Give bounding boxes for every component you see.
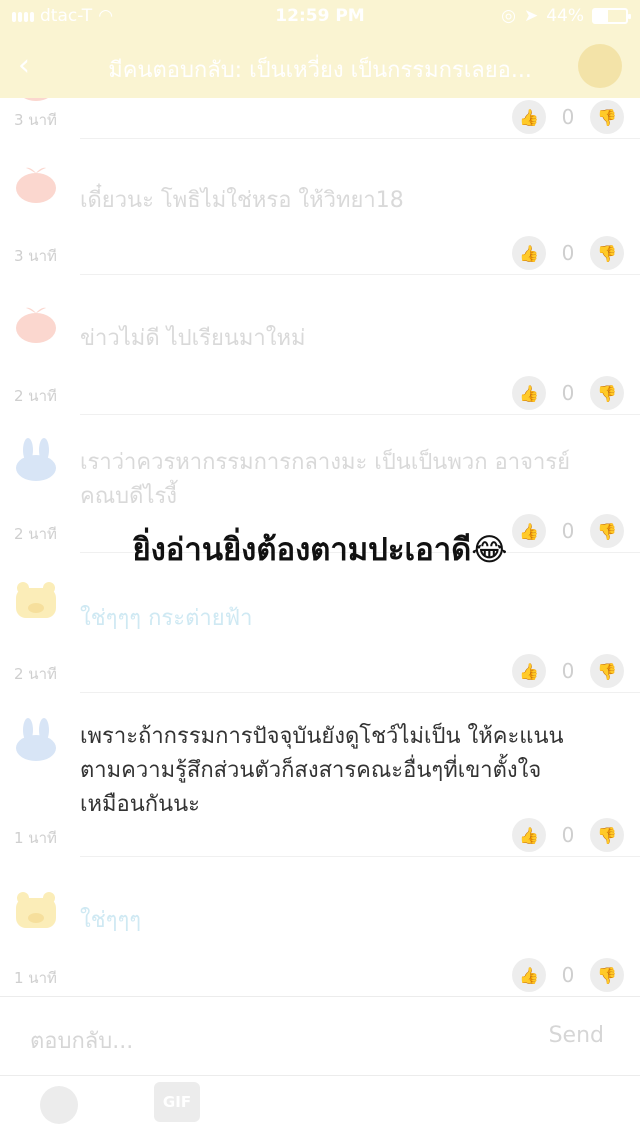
- microphone-icon[interactable]: [40, 1086, 78, 1124]
- comment-meta: 1 นาที 👍 0 👎: [0, 816, 640, 856]
- nav-header: ‹ มีคนตอบกลับ: เป็นเหวี่ยง เป็นกรรมกรเลย…: [0, 34, 640, 98]
- chevron-left-icon[interactable]: ‹: [18, 48, 30, 83]
- status-right: ◎ ➤ 44%: [501, 6, 631, 26]
- thumbs-up-icon[interactable]: 👍: [512, 100, 546, 134]
- lock-rotation-icon: ◎: [501, 6, 516, 26]
- vote-count: 0: [561, 381, 575, 405]
- pear-avatar[interactable]: [14, 300, 58, 344]
- vote-group: 👍 0 👎: [512, 818, 624, 852]
- comment-meta: 3 นาที 👍 0 👎: [0, 98, 640, 138]
- rabbit-avatar[interactable]: [14, 438, 58, 482]
- vote-group: 👍 0 👎: [512, 100, 624, 134]
- vote-count: 0: [561, 963, 575, 987]
- thumbs-up-icon[interactable]: 👍: [512, 654, 546, 688]
- comment-meta: 2 นาที 👍 0 👎: [0, 652, 640, 692]
- pear-avatar[interactable]: [14, 160, 58, 204]
- comment-text: เพราะถ้ากรรมการปัจจุบันยังดูโชว์ไม่เป็น …: [80, 724, 564, 817]
- comment-divider: [80, 274, 640, 275]
- comment-text: ใช่ๆๆๆ กระต่ายฟ้า: [80, 606, 253, 631]
- bear-avatar[interactable]: [14, 888, 58, 932]
- comment-time: 3 นาที: [14, 247, 57, 265]
- vote-group: 👍 0 👎: [512, 236, 624, 270]
- comment-divider: [80, 138, 640, 139]
- vote-group: 👍 0 👎: [512, 958, 624, 992]
- send-button[interactable]: Send: [549, 1023, 604, 1048]
- reply-input-row: ตอบกลับ... Send: [0, 996, 640, 1076]
- thumbs-down-icon[interactable]: 👎: [590, 818, 624, 852]
- battery-percent: 44%: [546, 6, 584, 26]
- overlay-caption: ยิ่งอ่านยิ่งต้องตามปะเอาดี😂: [132, 532, 508, 568]
- comment-time: 2 นาที: [14, 665, 57, 683]
- thumbs-up-icon[interactable]: 👍: [512, 958, 546, 992]
- battery-fill: [594, 10, 609, 22]
- thumbs-up-icon[interactable]: 👍: [512, 376, 546, 410]
- gif-button[interactable]: GIF: [154, 1082, 200, 1122]
- comment-time: 1 นาที: [14, 969, 57, 987]
- thumbs-down-icon[interactable]: 👎: [590, 958, 624, 992]
- page-title: มีคนตอบกลับ: เป็นเหวี่ยง เป็นกรรมกรเลยอ.…: [108, 58, 532, 83]
- notification-badge[interactable]: [578, 44, 622, 88]
- comment-divider: [80, 414, 640, 415]
- comment-time: 1 นาที: [14, 829, 57, 847]
- reply-input[interactable]: ตอบกลับ...: [30, 1023, 133, 1058]
- comment-text: เราว่าควรหากรรมการกลางมะ เป็นเป็นพวก อาจ…: [80, 450, 571, 509]
- bear-avatar[interactable]: [14, 578, 58, 622]
- vote-count: 0: [561, 105, 575, 129]
- comment-meta: 2 นาที 👍 0 👎: [0, 374, 640, 414]
- comment-text: ข่าวไม่ดี ไปเรียนมาใหม่: [80, 326, 306, 351]
- comment-meta: 3 นาที 👍 0 👎: [0, 234, 640, 274]
- vote-count: 0: [561, 823, 575, 847]
- thumbs-up-icon[interactable]: 👍: [512, 818, 546, 852]
- comment-text: เดี๋ยวนะ โพธิไม่ใช่หรอ ให้วิทยา18: [80, 188, 404, 213]
- location-icon: ➤: [523, 6, 539, 26]
- status-bar: dtac-T ◠ 12:59 PM ◎ ➤ 44%: [0, 0, 640, 34]
- battery-icon: [592, 8, 631, 24]
- comment-time: 3 นาที: [14, 111, 57, 129]
- comment-time: 2 นาที: [14, 387, 57, 405]
- reply-composer: ตอบกลับ... Send GIF: [0, 996, 640, 1136]
- vote-group: 👍 0 👎: [512, 654, 624, 688]
- thumbs-down-icon[interactable]: 👎: [590, 376, 624, 410]
- comment-meta: 1 นาที 👍 0 👎: [0, 956, 640, 996]
- vote-group: 👍 0 👎: [512, 376, 624, 410]
- vote-count: 0: [561, 241, 575, 265]
- rabbit-avatar[interactable]: [14, 718, 58, 762]
- comment-text: ใช่ๆๆๆ: [80, 908, 142, 933]
- thumbs-down-icon[interactable]: 👎: [590, 236, 624, 270]
- comment-divider: [80, 856, 640, 857]
- vote-count: 0: [561, 659, 575, 683]
- thumbs-down-icon[interactable]: 👎: [590, 654, 624, 688]
- thumbs-up-icon[interactable]: 👍: [512, 236, 546, 270]
- thumbs-down-icon[interactable]: 👎: [590, 100, 624, 134]
- comment-divider: [80, 692, 640, 693]
